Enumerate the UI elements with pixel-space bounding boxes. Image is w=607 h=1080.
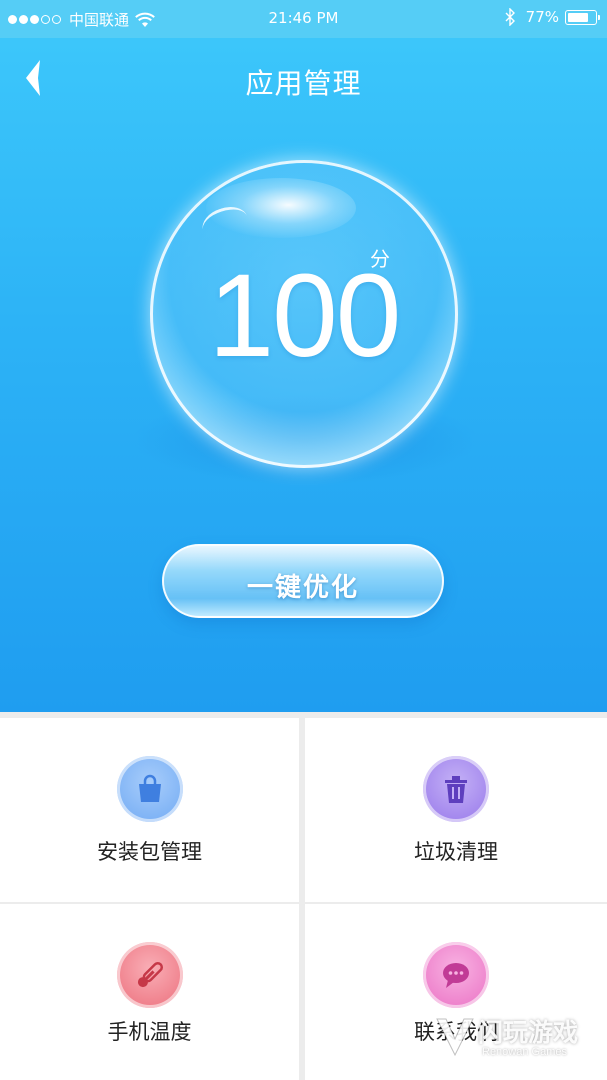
hero-panel: 中国联通 21:46 PM 77% 应用管理 100 分 一键优化 [0,0,607,712]
one-click-optimize-button[interactable]: 一键优化 [162,544,444,618]
status-right: 77% [504,8,600,26]
watermark: 闪玩游戏 Renowan Games [434,1013,604,1073]
score-unit: 分 [370,247,390,271]
battery-percent: 77% [525,8,559,26]
page-title: 应用管理 [245,67,362,100]
score-value: 100 [208,250,402,382]
tile-phone-temperature[interactable]: 手机温度 [0,904,299,1080]
status-bar: 中国联通 21:46 PM 77% [0,0,607,38]
shopping-bag-icon [138,774,161,802]
tile-icon-circle [423,756,489,822]
chat-bubble-icon [443,963,469,988]
tile-icon-circle [116,756,183,822]
tile-package-manager[interactable]: 安装包管理 [0,718,299,902]
optimize-button-label: 一键优化 [246,573,359,603]
tile-junk-cleanup[interactable]: 垃圾清理 [305,718,607,902]
tile-label: 手机温度 [107,1020,192,1044]
trash-icon [445,776,467,803]
watermark-text: 闪玩游戏 [478,1018,579,1047]
battery-icon [565,9,600,25]
thermometer-icon [137,961,163,988]
watermark-logo-icon [436,1018,474,1057]
nav-bar: 应用管理 [0,38,607,122]
watermark-subtext: Renowan Games [482,1046,567,1058]
tile-icon-circle [423,942,489,1008]
battery-fill [568,12,589,22]
bluetooth-icon [505,8,515,26]
tile-label: 垃圾清理 [414,840,498,864]
tile-icon-circle [116,942,183,1008]
tile-label: 安装包管理 [97,840,202,864]
